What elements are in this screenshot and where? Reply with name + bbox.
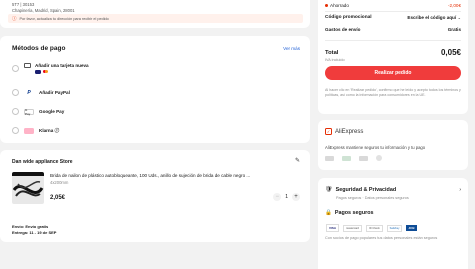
terms-text: Al hacer clic en 'Realizar pedido', conf… — [325, 88, 461, 97]
address-notice-text: Por favor, actualiza tu dirección para r… — [19, 16, 109, 21]
total-value: 0,05€ — [440, 48, 461, 57]
promo-action[interactable]: Escribe el código aquí — [407, 15, 456, 20]
id-check-logo-icon: ID Check — [366, 224, 383, 232]
security-row[interactable]: 🛡 Seguridad & Privacidad › — [325, 186, 461, 194]
shipping-cost-row: Gastos de envío Gratis — [325, 27, 461, 32]
visa-logo-icon: VISA — [326, 224, 340, 232]
quantity-value[interactable]: 1 — [285, 194, 288, 200]
payment-logos: VISA mastercard ID Check SafeKey JCB — [326, 224, 417, 232]
klarna-icon — [24, 127, 34, 134]
cable-ties-image — [12, 181, 44, 197]
address-line1: 5T7 | 30153 — [12, 2, 35, 7]
mastercard-icon — [43, 70, 48, 74]
lock-icon: 🔒 — [325, 210, 332, 216]
store-name: Dan wide appliance Store — [12, 159, 73, 165]
certificate-icon — [342, 155, 351, 161]
aliexpress-logo-icon: ✓ — [325, 128, 332, 135]
security-card: 🛡 Seguridad & Privacidad › Pagos seguros… — [318, 178, 468, 269]
payment-radio[interactable] — [12, 108, 19, 115]
divider — [325, 40, 461, 41]
chevron-right-icon: › — [459, 186, 461, 193]
paypal-icon: P — [27, 89, 31, 96]
payment-option-label: Añadir una tarjeta nueva — [35, 63, 89, 68]
total-row: Total 0,05€ — [325, 48, 461, 57]
product-image[interactable] — [12, 172, 44, 204]
payment-option-label: Google Pay — [39, 109, 65, 114]
secure-payments-title: Pagos seguros — [334, 210, 374, 216]
promo-label: Código promocional — [325, 15, 372, 20]
jcb-logo-icon: JCB — [406, 225, 417, 231]
certificate-icon — [325, 155, 334, 161]
address-card: 5T7 | 30153 Chapinería, Madrid, Spain, 2… — [0, 0, 310, 28]
promo-row[interactable]: Código promocional Escribe el código aqu… — [325, 15, 461, 20]
edit-icon[interactable]: ✎ — [295, 157, 300, 164]
divider — [325, 11, 461, 12]
aliexpress-text: AliExpress mantiene seguros tu informaci… — [325, 145, 426, 150]
shipping-info: Envío: Envío gratis Entrega: 11 - 19 de … — [12, 224, 56, 235]
vat-note: IVA incluido — [325, 58, 345, 62]
security-text: Pagos seguros · Datos personales seguros — [336, 196, 409, 200]
store-card: Dan wide appliance Store ✎ Brida de nail… — [0, 150, 310, 242]
address-line2: Chapinería, Madrid, Spain, 28001 — [12, 8, 75, 13]
shipping-cost-value: Gratis — [447, 27, 461, 32]
payment-radio[interactable] — [12, 89, 19, 96]
card-icon — [24, 63, 31, 68]
security-title: Seguridad & Privacidad — [335, 186, 397, 193]
visa-icon — [35, 70, 41, 74]
saved-dot-icon — [325, 4, 328, 7]
payment-radio[interactable] — [12, 64, 19, 72]
quantity-stepper: − 1 + — [273, 193, 300, 201]
payment-option-label: Klarna ⓘ — [39, 127, 60, 133]
see-more-link[interactable]: Ver más — [283, 46, 300, 51]
certificate-icon — [359, 155, 368, 161]
product-price: 2,05€ — [50, 195, 66, 201]
secure-payments-text: Con socios de pago populares tus datos p… — [325, 236, 438, 240]
place-order-button[interactable]: Realizar pedido — [325, 66, 461, 80]
payment-option-card[interactable]: Añadir una tarjeta nueva — [12, 63, 89, 74]
payment-methods-card: Métodos de pago Ver más Añadir una tarje… — [0, 36, 310, 143]
chevron-down-icon: ⌄ — [457, 15, 461, 20]
mastercard-logo-icon: mastercard — [343, 224, 362, 232]
payment-methods-title: Métodos de pago — [12, 45, 66, 52]
quantity-decrease-button[interactable]: − — [273, 193, 282, 201]
payment-option-klarna[interactable]: Klarna ⓘ — [12, 127, 59, 134]
saved-row: Ahorrado -2,00€ — [325, 3, 461, 8]
saved-value: -2,00€ — [447, 3, 461, 8]
shipping-line: Envío: Envío gratis — [12, 224, 49, 229]
total-label: Total — [325, 49, 339, 56]
quantity-increase-button[interactable]: + — [292, 193, 300, 201]
aliexpress-trust-card: ✓ AliExpress AliExpress mantiene seguros… — [318, 120, 468, 170]
shield-icon: 🛡 — [325, 187, 333, 193]
saved-label: Ahorrado — [330, 3, 349, 8]
payment-radio[interactable] — [12, 127, 19, 134]
gpay-icon: G Pay — [24, 108, 34, 116]
product-title[interactable]: Brida de nailon de plástico autobloquean… — [50, 173, 300, 178]
payment-option-label: Añadir PayPal — [39, 90, 70, 95]
payment-option-gpay[interactable]: G Pay Google Pay — [12, 108, 65, 116]
safekey-logo-icon: SafeKey — [386, 224, 403, 232]
place-order-label: Realizar pedido — [374, 70, 412, 76]
delivery-line: Entrega: 11 - 19 de SEP — [12, 230, 57, 235]
warning-icon: ⓘ — [12, 15, 17, 21]
payment-option-paypal[interactable]: P Añadir PayPal — [12, 89, 70, 96]
address-notice[interactable]: ⓘ Por favor, actualiza tu dirección para… — [8, 14, 303, 23]
order-summary-card: Ahorrado -2,00€ Código promocional Escri… — [318, 0, 468, 114]
certificate-icon — [376, 155, 382, 161]
shipping-cost-label: Gastos de envío — [325, 27, 361, 32]
aliexpress-brand: AliExpress — [335, 128, 364, 135]
product-variant[interactable]: 4x200mm — [50, 180, 68, 185]
